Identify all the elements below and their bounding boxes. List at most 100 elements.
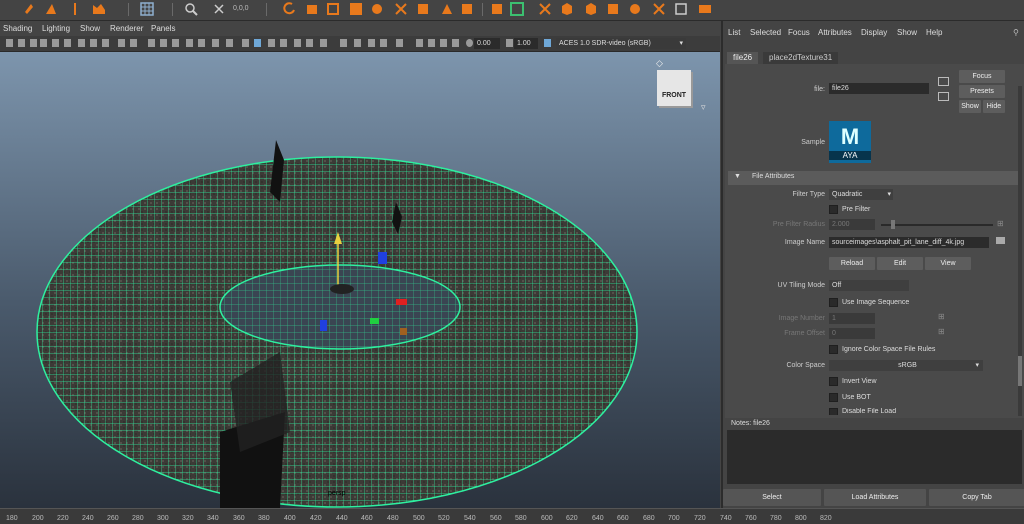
node-editor-icon[interactable] bbox=[538, 2, 552, 16]
light-icon[interactable] bbox=[394, 2, 408, 16]
xray-joints-icon[interactable] bbox=[340, 39, 347, 47]
notes-textarea[interactable] bbox=[727, 430, 1022, 484]
symmetry-icon[interactable] bbox=[212, 2, 226, 16]
focus-button[interactable]: Focus bbox=[959, 70, 1005, 83]
menu-show[interactable]: Show bbox=[897, 28, 917, 37]
frame-selection-icon[interactable] bbox=[440, 39, 447, 47]
folder-icon[interactable] bbox=[996, 237, 1005, 244]
bookmark-icon[interactable] bbox=[30, 39, 37, 47]
attribute-spread-icon[interactable] bbox=[628, 2, 642, 16]
select-tool-icon[interactable] bbox=[22, 2, 36, 16]
map-button-icon[interactable]: ⊞ bbox=[997, 219, 1004, 228]
use-image-sequence-checkbox[interactable] bbox=[829, 298, 838, 307]
presets-button[interactable]: Presets bbox=[959, 85, 1005, 98]
tab-place2dtexture31[interactable]: place2dTexture31 bbox=[763, 52, 839, 64]
grease-pencil-icon[interactable] bbox=[52, 39, 59, 47]
menu-shading[interactable]: Shading bbox=[3, 24, 32, 33]
image-icon[interactable] bbox=[674, 2, 688, 16]
textured-icon[interactable] bbox=[212, 39, 219, 47]
render-icon[interactable] bbox=[305, 2, 319, 16]
snap-icon[interactable] bbox=[184, 2, 198, 16]
reload-button[interactable]: Reload bbox=[829, 257, 875, 270]
camera-icon[interactable] bbox=[416, 2, 430, 16]
component-display-icon[interactable] bbox=[380, 39, 387, 47]
isolate-select-icon[interactable] bbox=[306, 39, 313, 47]
frame-all-icon[interactable] bbox=[428, 39, 435, 47]
cube-icon[interactable] bbox=[584, 2, 598, 16]
ignore-color-space-rules-checkbox[interactable] bbox=[829, 345, 838, 354]
manipulator-handle[interactable] bbox=[320, 320, 327, 331]
safe-title-icon[interactable] bbox=[160, 39, 167, 47]
shadows-icon[interactable] bbox=[242, 39, 249, 47]
menu-help[interactable]: Help bbox=[926, 28, 942, 37]
film-gate-icon[interactable] bbox=[90, 39, 97, 47]
field-chart-icon[interactable] bbox=[130, 39, 137, 47]
camera-select-icon[interactable] bbox=[6, 39, 13, 47]
time-slider[interactable]: 180 200 220 240 260 280 300 320 340 360 … bbox=[0, 508, 1024, 524]
invert-view-checkbox[interactable] bbox=[829, 377, 838, 386]
menu-lighting[interactable]: Lighting bbox=[42, 24, 70, 33]
paint-tool-icon[interactable] bbox=[68, 2, 82, 16]
gamma-field[interactable]: 1.00 bbox=[514, 38, 538, 49]
menu-renderer[interactable]: Renderer bbox=[110, 24, 143, 33]
transform-tool-icon[interactable] bbox=[92, 2, 106, 16]
copy-tab-button[interactable]: Copy Tab bbox=[929, 489, 1024, 506]
pre-filter-radius-field[interactable]: 2.000 bbox=[829, 219, 875, 230]
menu-show[interactable]: Show bbox=[80, 24, 100, 33]
pin-icon[interactable]: ⚲ bbox=[1013, 28, 1019, 37]
show-button[interactable]: Show bbox=[959, 100, 981, 113]
outliner-icon[interactable] bbox=[490, 2, 504, 16]
focus-input-icon[interactable] bbox=[938, 77, 949, 86]
wireframe-on-shaded-icon[interactable] bbox=[198, 39, 205, 47]
menu-panels[interactable]: Panels bbox=[151, 24, 175, 33]
image-plane-icon[interactable] bbox=[40, 39, 47, 47]
safe-action-icon[interactable] bbox=[148, 39, 155, 47]
filter-type-select[interactable]: Quadratic ▾ bbox=[829, 189, 893, 200]
display-mode-icon[interactable] bbox=[452, 39, 459, 47]
scrollbar-thumb[interactable] bbox=[1018, 356, 1022, 386]
grid-icon[interactable] bbox=[140, 2, 154, 16]
high-quality-icon[interactable] bbox=[396, 39, 403, 47]
menu-list[interactable]: List bbox=[728, 28, 740, 37]
view-button[interactable]: View bbox=[925, 257, 971, 270]
load-attributes-button[interactable]: Load Attributes bbox=[824, 489, 926, 506]
depth-of-field-icon[interactable] bbox=[294, 39, 301, 47]
menu-selected[interactable]: Selected bbox=[750, 28, 781, 37]
pre-filter-radius-slider[interactable] bbox=[881, 224, 993, 226]
ambient-occlusion-icon[interactable] bbox=[254, 39, 261, 47]
smooth-shade-icon[interactable] bbox=[186, 39, 193, 47]
color-space-select[interactable]: sRGB ▾ bbox=[829, 360, 983, 371]
node-name-field[interactable]: file26 bbox=[829, 83, 929, 94]
sample-swatch[interactable]: M AYA bbox=[829, 121, 871, 163]
select-button[interactable]: Select bbox=[723, 489, 821, 506]
xray-icon[interactable] bbox=[320, 39, 327, 47]
gate-mask-icon[interactable] bbox=[118, 39, 125, 47]
script-editor-icon[interactable] bbox=[606, 2, 620, 16]
slider-handle[interactable] bbox=[891, 220, 895, 229]
menu-attributes[interactable]: Attributes bbox=[818, 28, 852, 37]
box-icon[interactable] bbox=[560, 2, 574, 16]
graph-editor-icon[interactable] bbox=[510, 2, 524, 16]
lasso-tool-icon[interactable] bbox=[44, 2, 58, 16]
2d-pan-icon[interactable] bbox=[64, 39, 71, 47]
view-cube-menu-icon[interactable]: ▿ bbox=[701, 102, 706, 113]
exposure-field[interactable]: 0.00 bbox=[474, 38, 500, 49]
select-camera-icon[interactable] bbox=[416, 39, 423, 47]
manipulator-handle[interactable] bbox=[400, 328, 407, 335]
image-name-field[interactable]: sourceimages\asphalt_pit_lane_diff_4k.jp… bbox=[829, 237, 989, 248]
xgen-icon[interactable] bbox=[652, 2, 666, 16]
menu-focus[interactable]: Focus bbox=[788, 28, 810, 37]
playblast-icon[interactable] bbox=[698, 2, 712, 16]
manipulator-handle-x[interactable] bbox=[396, 299, 407, 305]
uv-tiling-select[interactable]: Off bbox=[829, 280, 909, 291]
pre-filter-checkbox[interactable] bbox=[829, 205, 838, 214]
use-lights-icon[interactable] bbox=[226, 39, 233, 47]
view-cube-home-icon[interactable]: ◇ bbox=[656, 58, 663, 69]
scrollbar-track[interactable] bbox=[1018, 86, 1022, 416]
hypershade-icon[interactable] bbox=[370, 2, 384, 16]
ipr-render-icon[interactable] bbox=[326, 2, 340, 16]
view-cube[interactable]: FRONT bbox=[657, 70, 691, 106]
view-transform-select[interactable]: ACES 1.0 SDR-video (sRGB) ▾ bbox=[556, 38, 686, 49]
render-settings-icon[interactable] bbox=[349, 2, 363, 16]
color-management-icon[interactable] bbox=[544, 39, 551, 47]
